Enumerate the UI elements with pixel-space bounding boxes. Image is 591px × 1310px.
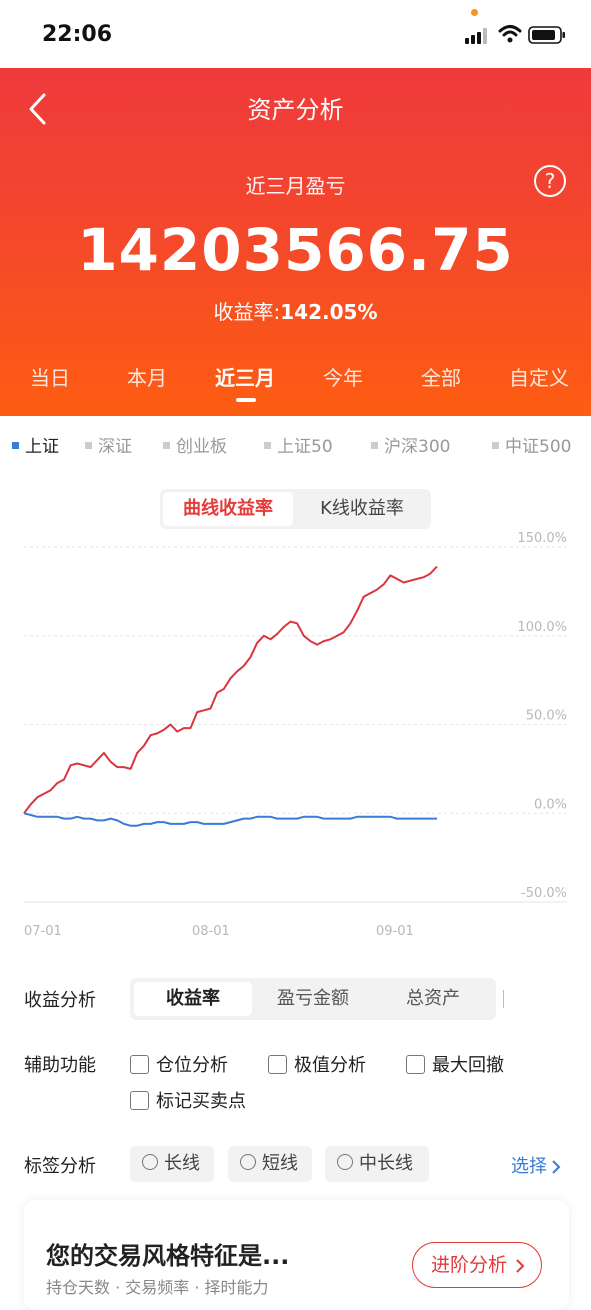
index-tab-label: 创业板 (176, 437, 227, 457)
segment-return-rate[interactable]: 收益率 (134, 982, 252, 1016)
card-subtitle: 持仓天数 · 交易频率 · 择时能力 (46, 1278, 269, 1297)
legend-square-icon (371, 441, 378, 449)
radio-icon (240, 1154, 256, 1170)
check-extreme-analysis[interactable]: 极值分析 (268, 1051, 366, 1077)
aux-label: 辅助功能 (24, 1055, 96, 1076)
card-title: 您的交易风格特征是... (46, 1242, 290, 1270)
period-tabs: 当日 本月 近三月 今年 全部 自定义 (0, 362, 591, 402)
trading-style-card[interactable]: 您的交易风格特征是... 进阶分析 持仓天数 · 交易频率 · 择时能力 (24, 1200, 569, 1310)
tag-label: 短线 (262, 1153, 298, 1174)
select-link-label: 选择 (511, 1156, 547, 1177)
battery-icon (528, 26, 565, 44)
index-tab-sh[interactable]: 上证 (12, 432, 59, 457)
tab-today[interactable]: 当日 (0, 362, 100, 391)
checkbox-icon (268, 1054, 287, 1074)
check-position-analysis[interactable]: 仓位分析 (130, 1051, 228, 1077)
segment-total-assets[interactable]: 总资产 (374, 982, 492, 1016)
analysis-label: 收益分析 (24, 990, 96, 1011)
legend-square-icon (12, 441, 19, 449)
legend-square-icon (85, 441, 92, 449)
legend-square-icon (264, 441, 271, 449)
tag-short-term[interactable]: 短线 (228, 1146, 312, 1182)
y-tick-label: -50.0% (521, 886, 567, 901)
help-icon[interactable]: ? (534, 165, 566, 197)
tag-label: 中长线 (359, 1153, 413, 1174)
checkbox-icon (130, 1090, 149, 1110)
period-label: 近三月盈亏 (245, 174, 346, 198)
x-tick-label: 09-01 (376, 924, 414, 939)
status-time: 22:06 (42, 22, 113, 47)
tab-all[interactable]: 全部 (391, 362, 491, 391)
tag-long-term[interactable]: 长线 (130, 1146, 214, 1182)
advanced-analysis-button[interactable]: 进阶分析 (412, 1242, 542, 1288)
return-rate: 收益率:142.05% (0, 296, 591, 325)
index-tab-sz50[interactable]: 上证50 (264, 432, 333, 457)
y-tick-label: 50.0% (526, 709, 567, 724)
tab-this-year[interactable]: 今年 (293, 362, 393, 391)
header-panel: 资产分析 近三月盈亏 ? 14203566.75 收益率:142.05% 当日 … (0, 68, 591, 416)
index-return-line (23, 812, 437, 827)
active-tab-underline (236, 398, 256, 402)
signal-icon (465, 28, 487, 44)
chart-type-toggle: 曲线收益率 K线收益率 (160, 489, 431, 529)
index-tab-label: 上证 (25, 437, 59, 457)
analysis-segment: 收益率 盈亏金额 总资产 (130, 978, 504, 1020)
check-label: 仓位分析 (156, 1055, 228, 1076)
index-tab-zz500[interactable]: 中证500 (492, 432, 571, 457)
button-label: 进阶分析 (431, 1254, 508, 1276)
segment-profit-amount[interactable]: 盈亏金额 (254, 982, 372, 1016)
checkbox-icon (130, 1054, 149, 1074)
portfolio-return-line (23, 565, 438, 814)
page-title: 资产分析 (247, 96, 344, 124)
radio-icon (337, 1154, 353, 1170)
check-label: 标记买卖点 (156, 1091, 246, 1112)
select-link[interactable]: 选择 (511, 1152, 563, 1178)
tag-label: 长线 (164, 1153, 200, 1174)
segment-divider (503, 990, 504, 1008)
tab-three-months[interactable]: 近三月 (195, 362, 295, 391)
index-tabs: 上证 深证 创业板 上证50 沪深300 中证500 (0, 432, 591, 460)
wifi-icon (498, 25, 522, 43)
return-rate-value: 142.05% (280, 300, 378, 324)
chevron-right-icon (516, 1258, 525, 1273)
index-tab-sz[interactable]: 深证 (85, 432, 132, 457)
index-tab-hs300[interactable]: 沪深300 (371, 432, 450, 457)
legend-square-icon (163, 441, 170, 449)
x-tick-label: 07-01 (24, 924, 62, 939)
status-bar: 22:06 (0, 0, 591, 68)
profit-amount: 14203566.75 (77, 216, 514, 284)
index-tab-label: 深证 (98, 437, 132, 457)
index-tab-label: 沪深300 (384, 437, 451, 457)
chevron-right-icon (552, 1160, 561, 1174)
tab-custom[interactable]: 自定义 (489, 362, 589, 391)
tag-mid-long-term[interactable]: 中长线 (325, 1146, 429, 1182)
checkbox-icon (406, 1054, 425, 1074)
y-tick-label: 150.0% (517, 531, 567, 546)
tab-this-month[interactable]: 本月 (97, 362, 197, 391)
return-rate-label: 收益率: (213, 300, 281, 324)
check-max-drawdown[interactable]: 最大回撤 (406, 1051, 504, 1077)
index-tab-label: 中证500 (505, 437, 572, 457)
check-label: 极值分析 (294, 1055, 366, 1076)
radio-icon (142, 1154, 158, 1170)
index-tab-label: 上证50 (277, 437, 333, 457)
return-line-chart: 150.0% 100.0% 50.0% 0.0% -50.0% 07-01 08-01 09-… (23, 531, 567, 939)
tags-label: 标签分析 (24, 1156, 96, 1177)
y-tick-label: 100.0% (517, 620, 567, 635)
check-label: 最大回撤 (432, 1055, 504, 1076)
index-tab-cyb[interactable]: 创业板 (163, 432, 227, 457)
privacy-indicator (471, 9, 478, 16)
y-tick-label: 0.0% (534, 797, 567, 812)
check-mark-trades[interactable]: 标记买卖点 (130, 1087, 246, 1113)
kline-return-button[interactable]: K线收益率 (296, 492, 428, 526)
x-tick-label: 08-01 (192, 924, 230, 939)
curve-return-button[interactable]: 曲线收益率 (163, 492, 293, 526)
legend-square-icon (492, 441, 499, 449)
